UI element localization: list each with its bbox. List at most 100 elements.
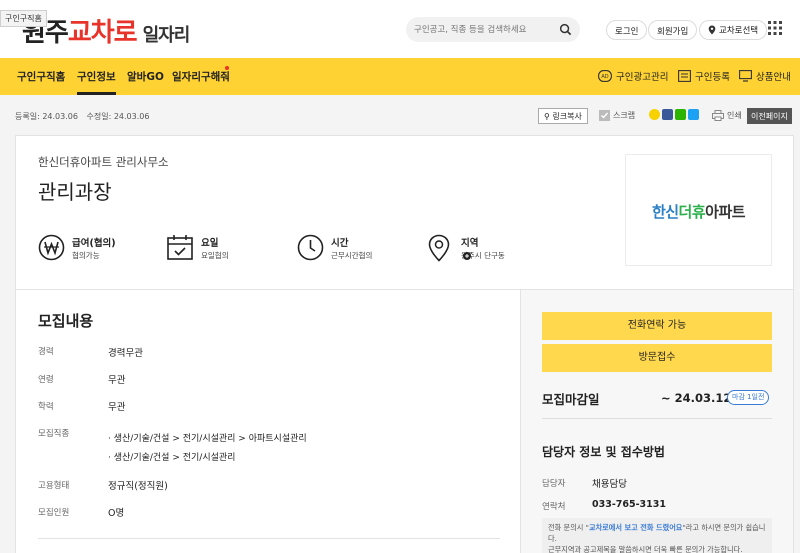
region-select-button[interactable]: 교차로선택 [699,20,768,40]
job-category-2[interactable]: · 생산/기술/건설 > 전기/시설관리 [108,450,235,463]
phone-value[interactable]: 033-765-3131 [592,499,666,510]
band-share-icon[interactable] [675,109,686,120]
facebook-share-icon[interactable] [662,109,673,120]
deadline-value: ~ 24.03.12 [661,391,732,405]
career-label: 경력 [38,347,54,357]
twitter-share-icon[interactable] [688,109,699,120]
contact-title: 담당자 정보 및 접수방법 [542,445,665,459]
modified-date: 수정일: 24.03.06 [86,112,150,121]
note-text-pre: 전화 문의시 " [548,523,589,532]
age-value: 무관 [108,375,126,386]
post-toolbar: 등록일: 24.03.06 수정일: 24.03.06 ⚲ 링크복사 스크랩 인… [0,95,800,135]
register-icon [678,70,691,82]
scrap-button[interactable]: 스크랩 [599,110,635,121]
main-nav: 구인구직홈 구인정보 알바GO 일자리구해줘 AD 구인광고관리 구인등록 상품… [0,58,800,95]
nav-item-home[interactable]: 구인구직홈 [17,69,65,84]
education-value: 무관 [108,402,126,413]
company-logo-text: 한신더휴아파트 [626,201,771,222]
company-name: 한신더휴아파트 관리사무소 [38,155,169,169]
location-pin-icon [708,25,716,35]
recruit-section-title: 모집내용 [38,312,94,330]
side-divider [542,418,772,419]
kakao-share-icon[interactable] [649,109,660,120]
logo-section: 일자리 [142,25,191,46]
apply-side-panel: 전화연락 가능 방문접수 모집마감일 ~ 24.03.12 마감 1일전 담당자… [521,290,794,553]
search-box [406,17,580,42]
salary-value: 협의가능 [72,251,100,260]
print-button[interactable]: 인쇄 [712,110,742,121]
note-text-line2: 근무지역과 공고제목을 말씀하시면 더욱 빠른 문의가 가능합니다. [548,545,743,553]
grid-menu-icon[interactable] [768,21,782,35]
job-category-1[interactable]: · 생산/기술/건설 > 전기/시설관리 > 아파트시설관리 [108,431,307,444]
job-summary-card: 한신더휴아파트 관리사무소 관리과장 급여(협의) 협의가능 요일 요일협의 시… [15,135,794,290]
logo-text-b: 더휴 [678,203,706,221]
deadline-label: 모집마감일 [542,392,600,407]
dday-badge: 마감 1일전 [727,390,770,405]
employment-type-label: 고용형태 [38,481,70,491]
headcount-label: 모집인원 [38,508,70,518]
share-buttons [649,109,699,120]
plus-circle-icon [463,252,471,260]
won-icon [38,234,65,261]
salary-label: 급여(협의) [72,238,116,249]
company-logo: 한신더휴아파트 [625,154,772,266]
nav-item-job-info[interactable]: 구인정보 [77,69,116,95]
copy-link-button[interactable]: ⚲ 링크복사 [538,108,588,124]
copy-link-label: 링크복사 [552,112,582,121]
manager-label: 담당자 [542,479,566,489]
signup-button[interactable]: 회원가입 [648,20,698,40]
education-label: 학력 [38,402,54,412]
job-category-label: 모집직종 [38,429,70,439]
search-input[interactable] [414,21,554,38]
printer-icon [712,110,724,121]
career-value: 경력무관 [108,348,143,359]
call-available-button[interactable]: 전화연락 가능 [542,312,772,340]
recruit-details: 모집내용 경력 경력무관 연령 무관 학력 무관 모집직종 · 생산/기술/건설… [15,290,521,553]
logo-text-a: 한신 [651,203,679,221]
search-icon[interactable] [559,23,572,36]
scrap-label: 스크랩 [613,111,636,120]
nav-item-find-job[interactable]: 일자리구해줘 [172,69,230,84]
contact-note: 전화 문의시 "교차로에서 보고 전화 드렸어요"라고 하시면 문의가 쉽습니다… [542,518,772,553]
ad-manage-icon: AD [598,70,612,82]
manager-value: 채용담당 [592,479,627,490]
nav-job-register-label: 구인등록 [695,72,730,83]
nav-product-info-label: 상품안내 [756,72,791,83]
employment-type-value: 정규직(정직원) [108,481,168,492]
phone-label: 연락처 [542,502,566,512]
days-label: 요일 [201,238,219,249]
new-dot [225,66,229,70]
check-icon [599,110,610,121]
time-label: 시간 [331,238,349,249]
registered-date: 등록일: 24.03.06 [15,112,78,121]
headcount-value: O명 [108,508,125,519]
nav-ad-manage-label: 구인광고관리 [616,72,669,83]
time-value: 근무시간협의 [331,251,373,260]
prev-page-button[interactable]: 이전페이지 [747,108,792,124]
nav-item-albago[interactable]: 알바GO [127,69,164,84]
svg-text:AD: AD [601,74,608,80]
post-dates: 등록일: 24.03.06 수정일: 24.03.06 [15,111,155,122]
visit-apply-button[interactable]: 방문접수 [542,344,772,372]
site-logo[interactable]: 원주교차로 일자리 [22,12,191,49]
divider [38,538,500,539]
login-button[interactable]: 로그인 [606,20,648,40]
nav-ad-manage[interactable]: AD 구인광고관리 [598,69,668,83]
clock-icon [297,234,324,261]
nav-job-register[interactable]: 구인등록 [678,69,730,83]
nav-product-info[interactable]: 상품안내 [739,69,791,83]
calendar-icon [167,235,193,260]
age-label: 연령 [38,375,54,385]
logo-text-c: 아파트 [705,203,746,221]
print-label: 인쇄 [727,111,742,120]
location-icon [428,234,450,262]
note-text-bold: 교차로에서 보고 전화 드렸어요 [588,523,683,532]
logo-brand: 교차로 [67,18,138,48]
region-value-wrap[interactable]: 원주시 단구동 [461,250,505,261]
region-label: 교차로선택 [719,26,759,36]
job-title: 관리과장 [38,180,112,204]
tooltip: 구인구직홈 [0,10,47,27]
days-value: 요일협의 [201,251,229,260]
monitor-icon [739,70,752,82]
site-header: 구인구직홈 원주교차로일자리 로그인 회원가입 교차로선택 [0,0,800,58]
